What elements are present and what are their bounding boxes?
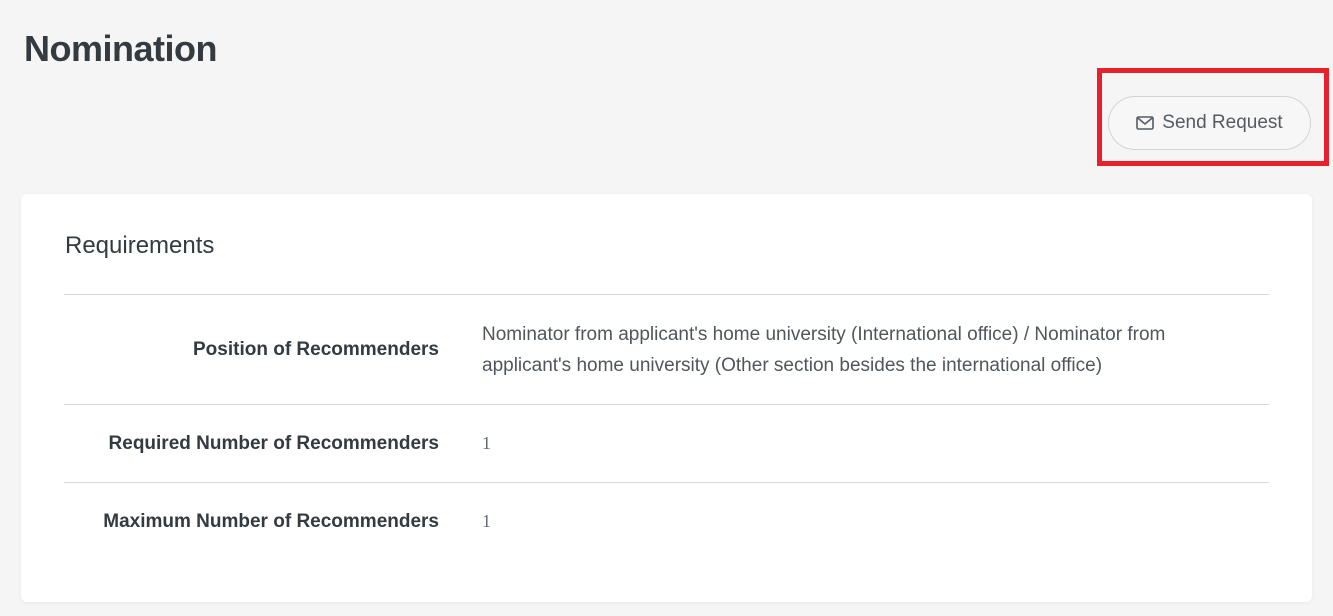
row-label: Position of Recommenders <box>193 338 439 360</box>
row-label: Maximum Number of Recommenders <box>103 510 439 532</box>
send-request-button[interactable]: Send Request <box>1108 96 1311 150</box>
envelope-icon <box>1136 116 1155 130</box>
row-value: 1 <box>482 433 491 453</box>
nomination-page: Nomination Send Request Requirements Pos… <box>0 0 1333 616</box>
row-label: Required Number of Recommenders <box>108 432 439 454</box>
requirements-card: Requirements Position of Recommenders No… <box>21 194 1312 602</box>
row-value: 1 <box>482 511 491 531</box>
page-title: Nomination <box>24 28 217 69</box>
send-request-label: Send Request <box>1162 112 1283 133</box>
requirements-table: Position of Recommenders Nominator from … <box>64 294 1269 560</box>
table-row: Required Number of Recommenders 1 <box>64 404 1269 482</box>
table-row: Maximum Number of Recommenders 1 <box>64 482 1269 560</box>
requirements-title: Requirements <box>65 232 215 259</box>
row-value: Nominator from applicant's home universi… <box>482 323 1166 376</box>
table-row: Position of Recommenders Nominator from … <box>64 294 1269 404</box>
